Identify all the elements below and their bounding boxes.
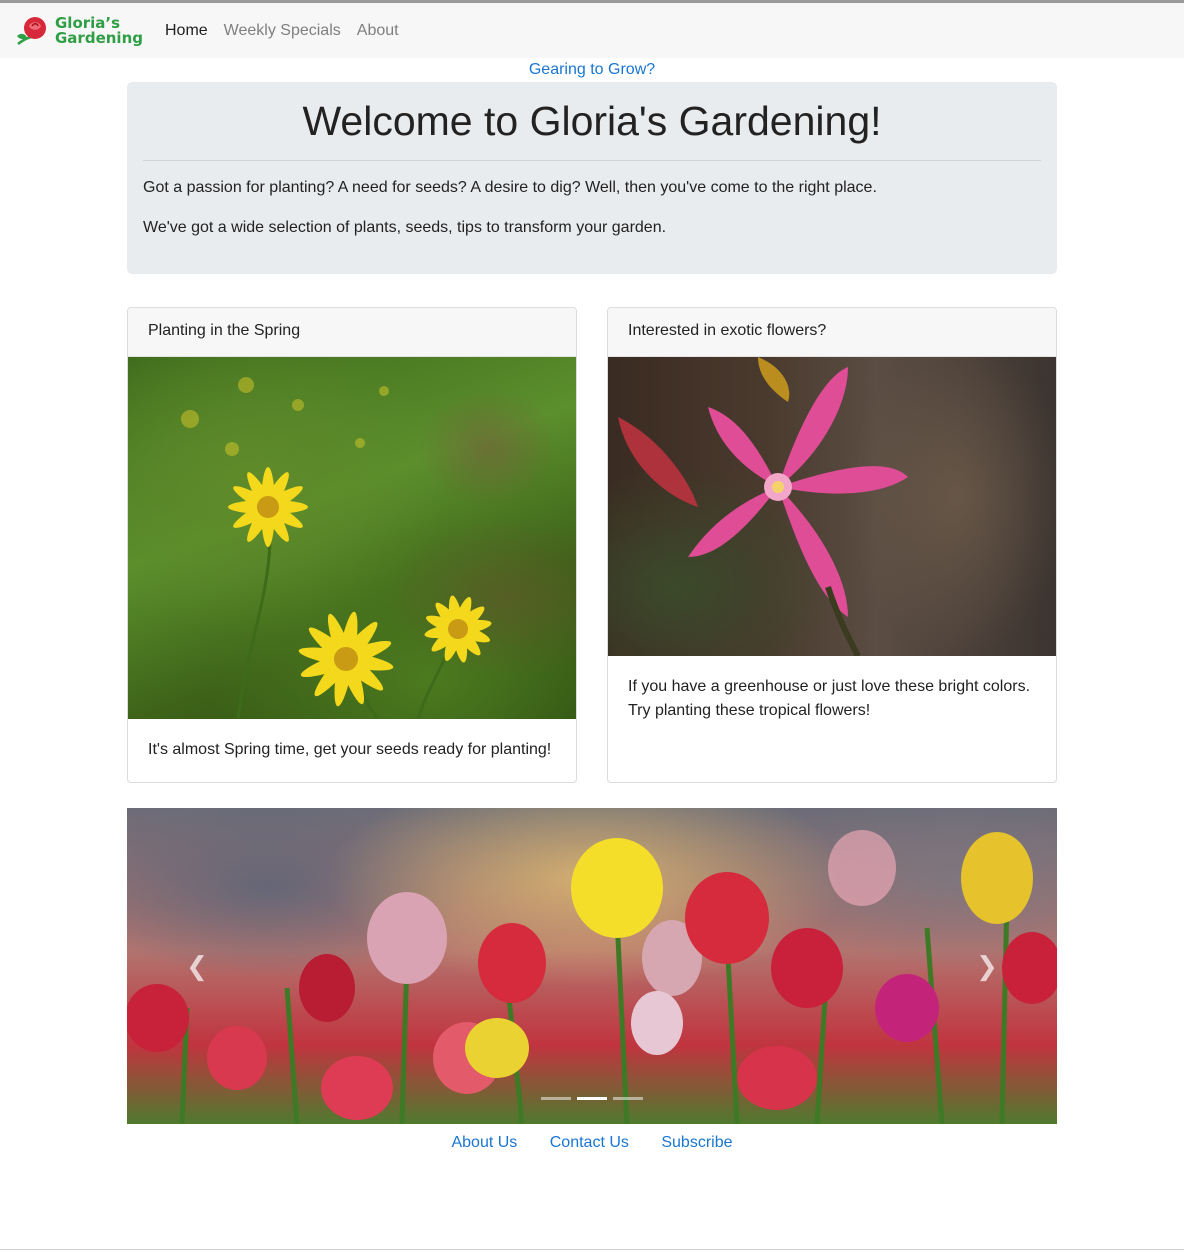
card-body: It's almost Spring time, get your seeds …	[128, 719, 576, 762]
bottom-divider	[0, 1249, 1184, 1250]
card-text: It's almost Spring time, get your seeds …	[148, 741, 552, 758]
hero-paragraph-1: Got a passion for planting? A need for s…	[143, 179, 877, 196]
footer-about-us-link[interactable]: About Us	[451, 1134, 517, 1151]
card-exotic-flowers: Interested in exotic flowers? If you hav…	[607, 307, 1057, 783]
nav-about[interactable]: About	[357, 22, 399, 40]
carousel-prev-icon[interactable]: ❮	[182, 951, 212, 981]
nav-home[interactable]: Home	[165, 22, 208, 40]
footer: About Us Contact Us Subscribe	[0, 1134, 1184, 1152]
pink-flower-illustration	[618, 357, 908, 656]
gearing-to-grow-link[interactable]: Gearing to Grow?	[0, 61, 1184, 79]
hero-paragraph-2: We've got a wide selection of plants, se…	[143, 219, 667, 236]
carousel-indicator-1[interactable]	[541, 1097, 571, 1100]
brand-logo[interactable]: Gloria’s Gardening	[13, 14, 143, 48]
footer-subscribe-link[interactable]: Subscribe	[661, 1134, 732, 1151]
card-text-line-1: If you have a greenhouse or just love th…	[628, 678, 1031, 695]
navbar: Gloria’s Gardening Home Weekly Specials …	[0, 3, 1184, 58]
card-header: Interested in exotic flowers?	[608, 308, 1056, 357]
brand-line-2: Gardening	[55, 28, 143, 47]
card-header: Planting in the Spring	[128, 308, 576, 357]
carousel-indicator-2[interactable]	[577, 1097, 607, 1100]
page-title: Welcome to Gloria's Gardening!	[302, 98, 882, 144]
nav-links: Home Weekly Specials About	[165, 22, 415, 40]
footer-contact-us-link[interactable]: Contact Us	[550, 1134, 629, 1151]
rose-icon	[17, 16, 46, 45]
divider	[143, 160, 1041, 161]
card-text-line-2: Try planting these tropical flowers!	[628, 702, 871, 719]
yellow-daisies-image	[128, 357, 576, 719]
brand-name: Gloria’s Gardening	[55, 15, 143, 47]
pink-flower-image	[608, 357, 1056, 656]
card-body: If you have a greenhouse or just love th…	[608, 656, 1056, 723]
card-spring-planting: Planting in the Spring It's almost Sprin…	[127, 307, 577, 783]
daisy-illustration	[181, 377, 492, 719]
carousel-indicators	[127, 1097, 1057, 1100]
carousel-indicator-3[interactable]	[613, 1097, 643, 1100]
tulip-carousel[interactable]: ❮ ❯	[127, 808, 1057, 1124]
tulip-field-image	[127, 830, 1057, 1124]
nav-weekly-specials[interactable]: Weekly Specials	[224, 22, 341, 40]
welcome-jumbotron: Welcome to Gloria's Gardening! Got a pas…	[127, 82, 1057, 274]
carousel-next-icon[interactable]: ❯	[972, 951, 1002, 981]
